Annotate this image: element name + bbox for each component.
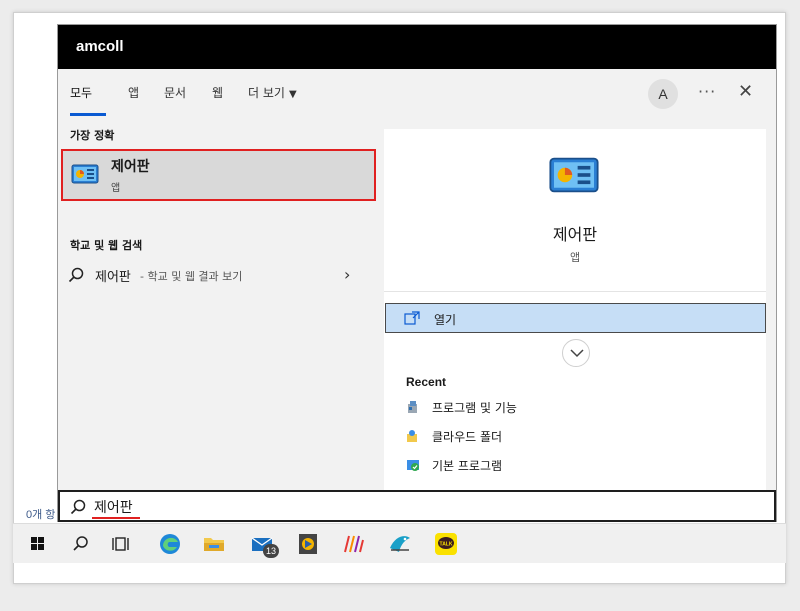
best-match-name: 제어판: [111, 159, 150, 175]
active-tab-indicator: [70, 113, 106, 116]
unread-count-badge: 13: [263, 544, 279, 558]
title-bar: amcoll: [58, 25, 776, 69]
web-search-heading: 학교 및 웹 검색: [70, 239, 143, 252]
file-explorer-icon[interactable]: [199, 530, 229, 558]
brush-app-icon[interactable]: [339, 530, 369, 558]
kakaotalk-icon[interactable]: TALK: [431, 530, 461, 558]
preview-pane: 제어판 앱 열기 Recent 프로그램 및 기능 클라우드 폴더 기본 프로그…: [384, 129, 766, 491]
window-title: amcoll: [76, 38, 124, 55]
best-match-type: 앱: [111, 183, 121, 194]
search-input-value: 제어판: [94, 500, 133, 516]
windows-start-icon[interactable]: [23, 530, 53, 558]
web-search-result[interactable]: 제어판 - 학교 및 웹 결과 보기 ›: [58, 261, 375, 289]
recent-item-label: 기본 프로그램: [432, 459, 503, 473]
start-search-panel: amcoll 모두 앱 문서 웹 더 보기 ▼ A ··· ✕ 가장 정확 제어…: [57, 24, 777, 522]
background-status-text: 0개 항: [26, 509, 56, 521]
default-programs-icon: [406, 458, 420, 475]
preview-app-type: 앱: [569, 251, 581, 264]
cloud-folder-icon: [406, 429, 420, 446]
results-list: 가장 정확 제어판 앱 학교 및 웹 검색 제어판 - 학교 및 웹 결과 보기…: [58, 119, 376, 489]
recent-item-label: 클라우드 폴더: [432, 430, 503, 444]
tab-all[interactable]: 모두: [70, 84, 92, 101]
tab-apps[interactable]: 앱: [128, 84, 139, 101]
open-button-label: 열기: [434, 313, 457, 327]
web-search-term: 제어판: [95, 270, 131, 285]
mail-icon[interactable]: 13: [247, 530, 279, 558]
kakaotalk-label: TALK: [440, 542, 453, 548]
best-match-item[interactable]: 제어판 앱: [61, 149, 376, 201]
tab-documents[interactable]: 문서: [164, 84, 186, 101]
task-view-icon[interactable]: [107, 530, 137, 558]
control-panel-large-icon: [548, 155, 600, 199]
control-panel-icon: [71, 163, 99, 189]
chevron-right-icon: ›: [344, 265, 351, 284]
tab-more-label: 더 보기: [248, 86, 285, 100]
search-tabs: 모두 앱 문서 웹 더 보기 ▼ A ··· ✕: [58, 69, 776, 119]
best-match-heading: 가장 정확: [70, 129, 115, 142]
tab-web[interactable]: 웹: [212, 84, 223, 101]
caret-down-icon: ▼: [288, 89, 297, 100]
recent-heading: Recent: [406, 375, 447, 389]
bird-app-icon[interactable]: [385, 530, 415, 558]
media-app-icon[interactable]: [293, 530, 323, 558]
recent-item-label: 프로그램 및 기능: [432, 401, 517, 415]
search-input[interactable]: 제어판: [58, 490, 776, 522]
open-icon: [404, 310, 420, 329]
close-icon[interactable]: ✕: [738, 81, 753, 102]
taskbar: 13 TALK: [13, 523, 786, 563]
web-search-desc: - 학교 및 웹 결과 보기: [140, 270, 243, 283]
search-icon: [68, 267, 84, 287]
expand-button[interactable]: [562, 339, 590, 367]
search-icon: [70, 499, 86, 519]
bottom-margin: [0, 590, 800, 611]
preview-app-name: 제어판: [552, 225, 598, 244]
tab-more[interactable]: 더 보기 ▼: [248, 84, 297, 101]
spellcheck-underline: [92, 517, 140, 519]
programs-features-icon: [406, 400, 420, 417]
taskbar-search-icon[interactable]: [65, 530, 95, 558]
edge-icon[interactable]: [155, 530, 185, 558]
preview-divider: [384, 291, 766, 292]
avatar[interactable]: A: [648, 79, 678, 109]
more-options-icon[interactable]: ···: [698, 82, 716, 101]
open-button[interactable]: 열기: [385, 303, 766, 333]
chevron-down-icon: [570, 349, 584, 358]
